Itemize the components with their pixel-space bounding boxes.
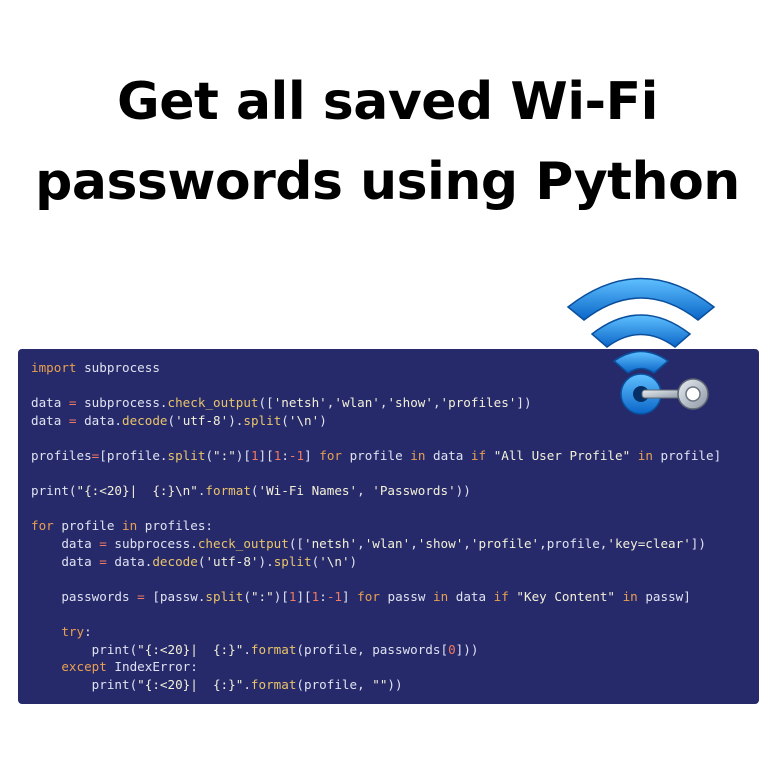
code-line: data = subprocess.check_output(['netsh',… [31,535,706,551]
title-line-1: Get all saved Wi-Fi [117,72,658,132]
wifi-key-icon [566,277,716,415]
title-line-2: passwords using Python [35,152,740,212]
code-line: print("{:<20}| {:}".format(profile, pass… [31,641,479,657]
code-line: passwords = [passw.split(":")[1][1:-1] f… [31,588,691,604]
code-line: except IndexError: [61,659,198,675]
code-line: print("{:<20}| {:}".format(profile, "")) [31,676,403,692]
page-title: Get all saved Wi-Fi passwords using Pyth… [0,62,775,222]
code-line: data = data.decode('utf-8').split('\n') [31,553,358,569]
code-line: print("{:<20}| {:}\n".format('Wi-Fi Name… [31,483,471,499]
code-line: profiles=[profile.split(":")[1][1:-1] fo… [31,447,722,463]
code-line: try: [61,623,92,639]
code-line: for profile in profiles: [31,518,213,534]
